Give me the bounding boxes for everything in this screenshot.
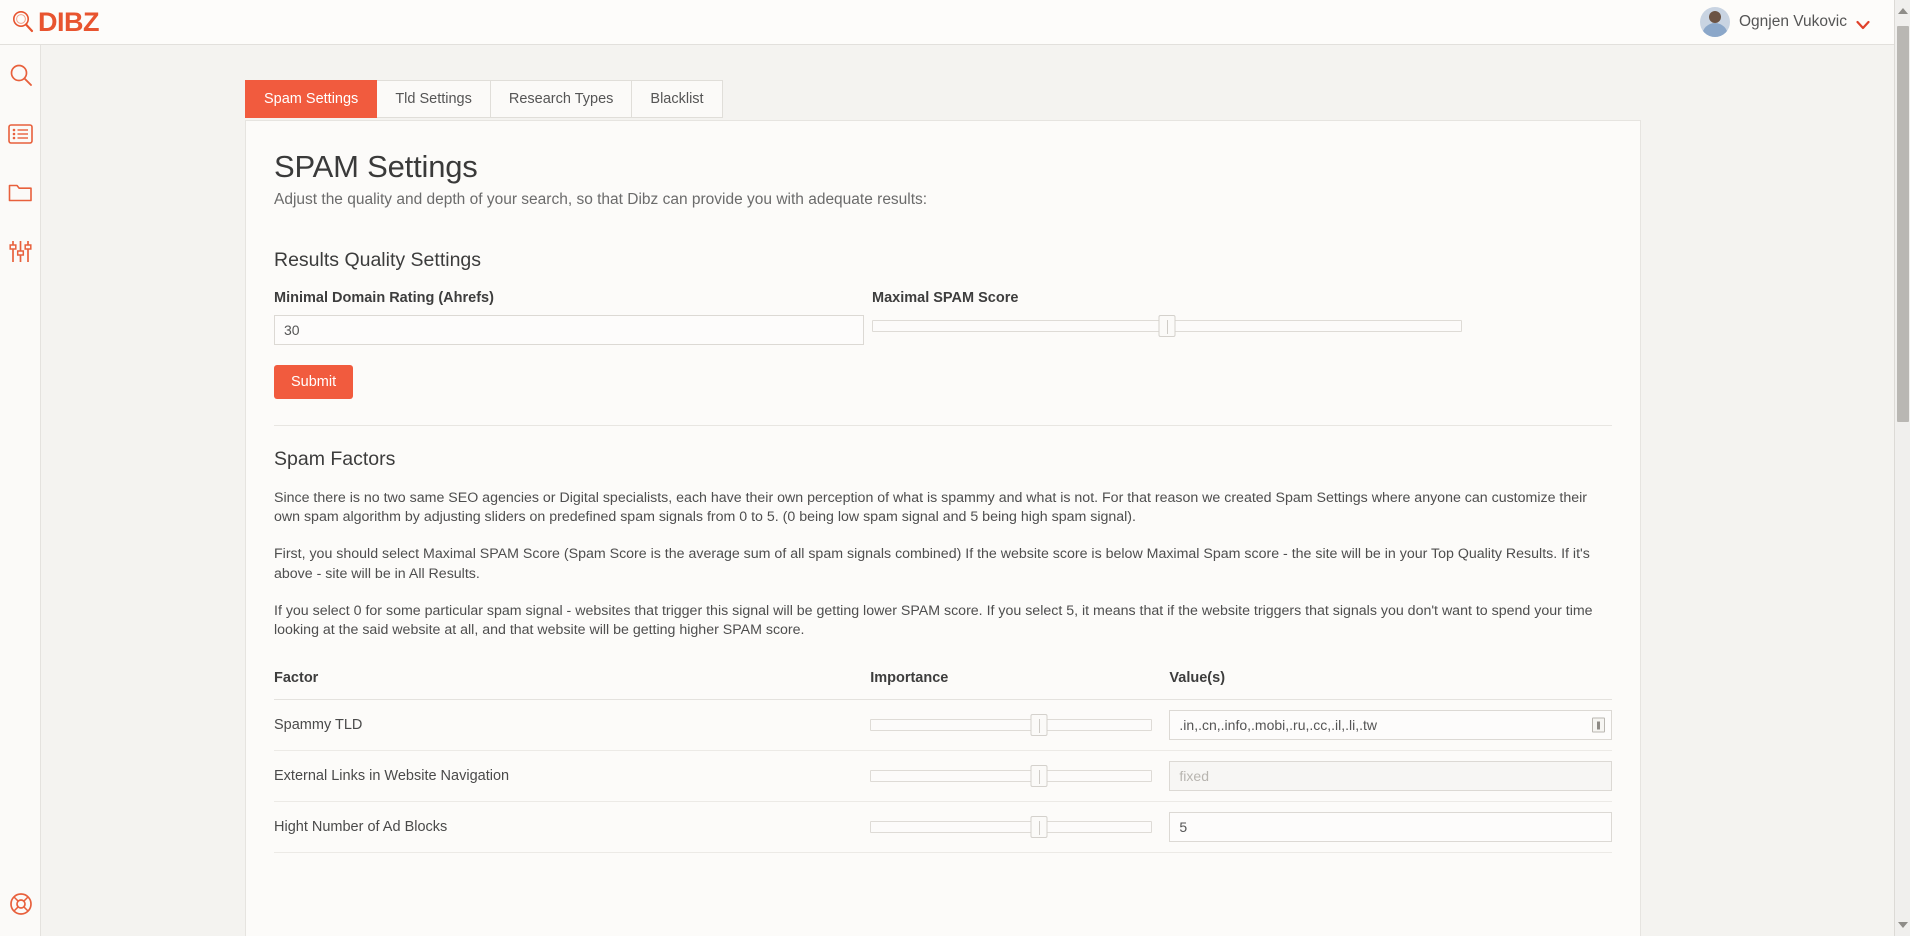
- avatar: [1700, 7, 1730, 37]
- scroll-up-arrow-icon[interactable]: [1898, 8, 1908, 14]
- column-header-factor: Factor: [274, 670, 871, 701]
- factor-name: Hight Number of Ad Blocks: [274, 801, 871, 854]
- spam-factors-heading: Spam Factors: [274, 448, 396, 470]
- brand-logo[interactable]: DIBZ: [10, 6, 100, 38]
- tab-tld-settings[interactable]: Tld Settings: [377, 80, 491, 118]
- domain-rating-label: Minimal Domain Rating (Ahrefs): [274, 290, 494, 306]
- table-header-row: Factor Importance Value(s): [274, 670, 1612, 701]
- importance-slider[interactable]: [870, 714, 1153, 737]
- search-icon: [8, 62, 34, 88]
- spam-score-label: Maximal SPAM Score: [872, 290, 1019, 306]
- factor-value-cell: [1169, 699, 1612, 752]
- tab-spam-settings[interactable]: Spam Settings: [245, 80, 378, 118]
- sliders-icon: [8, 239, 33, 264]
- column-header-importance: Importance: [870, 670, 1170, 701]
- tab-research-types[interactable]: Research Types: [490, 80, 633, 118]
- settings-card: SPAM Settings Adjust the quality and dep…: [245, 120, 1641, 936]
- tab-blacklist[interactable]: Blacklist: [632, 80, 723, 118]
- spam-score-group: Maximal SPAM Score: [872, 290, 1462, 345]
- factor-value-input[interactable]: [1169, 710, 1612, 741]
- edit-field-icon[interactable]: [1592, 717, 1605, 733]
- spam-factors-table: Factor Importance Value(s) Spammy TLD .i…: [274, 670, 1612, 854]
- domain-rating-group: Minimal Domain Rating (Ahrefs): [274, 290, 864, 345]
- submit-button[interactable]: Submit: [274, 365, 354, 399]
- column-header-values: Value(s): [1169, 670, 1612, 701]
- folder-icon: [8, 182, 33, 203]
- table-row: Hight Number of Ad Blocks: [274, 801, 1612, 854]
- sidebar-item-search[interactable]: [0, 45, 41, 104]
- slider-track: [870, 770, 1153, 783]
- page-subtitle: Adjust the quality and depth of your sea…: [274, 191, 928, 208]
- sidebar-item-projects-list[interactable]: [0, 104, 41, 163]
- scrollbar-thumb[interactable]: [1897, 26, 1909, 422]
- slider-thumb[interactable]: [1030, 816, 1048, 839]
- spam-factors-paragraph-2: First, you should select Maximal SPAM Sc…: [274, 546, 1590, 582]
- domain-rating-input[interactable]: [274, 315, 864, 345]
- factor-value-input: [1169, 761, 1612, 792]
- brand-name: DIBZ: [38, 6, 100, 37]
- importance-slider[interactable]: [870, 816, 1153, 839]
- slider-track: [870, 719, 1153, 732]
- top-bar: DIBZ Ognjen Vukovic: [0, 0, 1894, 45]
- table-row: Spammy TLD: [274, 699, 1612, 752]
- lifebuoy-icon: [9, 892, 33, 916]
- slider-thumb[interactable]: [1158, 315, 1176, 337]
- magnifier-logo-icon: [10, 9, 36, 35]
- sidebar-item-settings[interactable]: [0, 222, 41, 281]
- user-name: Ognjen Vukovic: [1739, 13, 1847, 30]
- slider-thumb[interactable]: [1030, 714, 1048, 737]
- settings-tabs: Spam Settings Tld Settings Research Type…: [245, 80, 723, 118]
- factor-value-cell: [1169, 801, 1612, 854]
- list-icon: [8, 123, 33, 145]
- factor-name: External Links in Website Navigation: [274, 750, 871, 803]
- factor-name: Spammy TLD: [274, 699, 871, 752]
- left-sidebar: [0, 45, 41, 936]
- factor-value-input[interactable]: [1169, 812, 1612, 843]
- importance-slider[interactable]: [870, 765, 1153, 788]
- spam-factors-paragraph-3: If you select 0 for some particular spam…: [274, 602, 1593, 638]
- user-menu[interactable]: Ognjen Vukovic: [1700, 7, 1870, 37]
- main-content: Spam Settings Tld Settings Research Type…: [41, 45, 1894, 936]
- chevron-down-icon[interactable]: [1856, 17, 1870, 30]
- factor-importance-cell: [870, 699, 1170, 752]
- quality-fields-row: Minimal Domain Rating (Ahrefs) Maximal S…: [274, 290, 1612, 345]
- sidebar-item-folders[interactable]: [0, 163, 41, 222]
- spam-factors-paragraph-1: Since there is no two same SEO agencies …: [274, 490, 1588, 526]
- factor-importance-cell: [870, 750, 1170, 803]
- slider-thumb[interactable]: [1030, 765, 1048, 788]
- page-title: SPAM Settings: [274, 149, 478, 184]
- scroll-down-arrow-icon[interactable]: [1898, 922, 1908, 928]
- slider-track: [870, 821, 1153, 834]
- section-divider: [274, 425, 1612, 426]
- max-spam-score-slider[interactable]: [872, 315, 1462, 337]
- factor-value-cell: [1169, 750, 1612, 803]
- table-row: External Links in Website Navigation: [274, 750, 1612, 803]
- sidebar-item-support[interactable]: [0, 892, 41, 916]
- factor-importance-cell: [870, 801, 1170, 854]
- results-quality-heading: Results Quality Settings: [274, 249, 482, 271]
- vertical-scrollbar[interactable]: [1894, 0, 1910, 936]
